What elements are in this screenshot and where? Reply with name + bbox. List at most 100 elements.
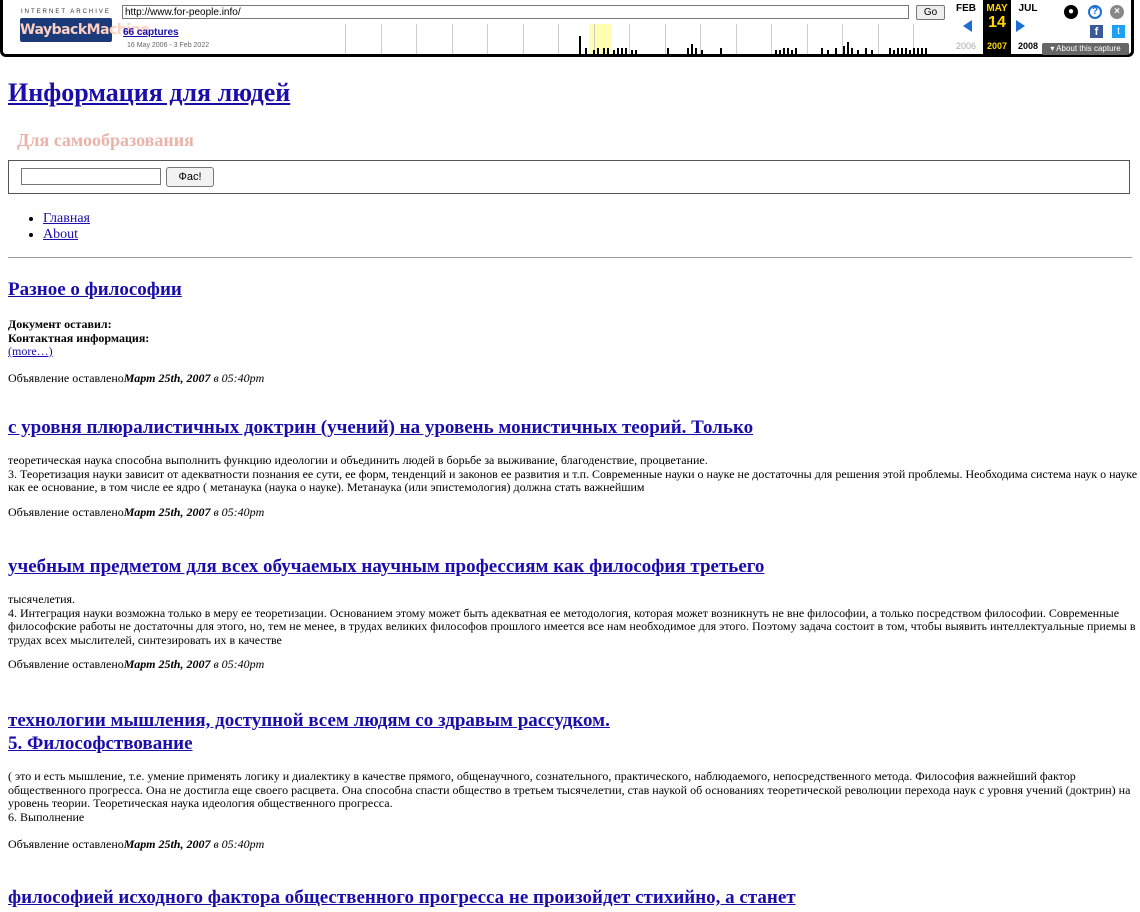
post-meta-time: в 05:40pm xyxy=(213,837,265,851)
sparkline-bar xyxy=(851,48,853,54)
next-month[interactable]: JUL 2008 xyxy=(1012,0,1044,57)
sparkline-bar xyxy=(893,50,895,54)
sparkline-bar xyxy=(925,48,927,54)
internet-archive-label: INTERNET ARCHIVE xyxy=(21,9,111,15)
sparkline-bar xyxy=(597,48,599,54)
post-meta-date: Март 25th, 2007 xyxy=(123,837,211,851)
post-title-link-2[interactable]: 5. Философствование xyxy=(8,733,193,754)
nav-item-about: About xyxy=(43,227,90,243)
nav-item-home: Главная xyxy=(43,211,90,227)
sparkline-bar xyxy=(843,46,845,54)
calendar-months: FEB 2006 MAY 14 2007 JUL 2008 xyxy=(950,0,1044,57)
post-title-link[interactable]: с уровня плюралистичных доктрин (учений)… xyxy=(8,417,753,438)
post-body: ( это и есть мышление, т.е. умение приме… xyxy=(8,769,1131,824)
sparkline-bar xyxy=(695,48,697,54)
sparkline-bar xyxy=(701,50,703,54)
sparkline-bar xyxy=(613,50,615,54)
help-icon[interactable]: ? xyxy=(1088,5,1102,19)
sparkline-bar xyxy=(603,48,605,54)
post: учебным предметом для всех обучаемых нау… xyxy=(8,555,1138,671)
sparkline-year-divider xyxy=(735,24,737,54)
post-title-link[interactable]: философией исходного фактора общественно… xyxy=(8,887,796,908)
current-year-label: 2007 xyxy=(986,41,1008,51)
sparkline-bar xyxy=(635,50,637,54)
sparkline-bar xyxy=(821,48,823,54)
site-title: Информация для людей xyxy=(8,78,290,108)
post: технологии мышления, доступной всем людя… xyxy=(8,709,1138,851)
prev-capture-arrow-icon[interactable] xyxy=(963,20,972,32)
sparkline-bar xyxy=(720,48,722,54)
sparkline-bar xyxy=(913,48,915,54)
next-month-label: JUL xyxy=(1018,3,1038,14)
post-meta-time: в 05:40pm xyxy=(213,504,265,519)
sparkline-bar xyxy=(775,50,777,54)
sparkline-year-divider xyxy=(629,24,630,54)
sparkline-bar xyxy=(791,50,793,54)
sparkline-bar xyxy=(625,48,627,54)
close-icon[interactable]: × xyxy=(1110,5,1124,19)
post-title-link[interactable]: Разное о философии xyxy=(8,279,182,300)
wayback-logo[interactable]: WaybackMachine xyxy=(20,18,150,42)
next-year-label: 2008 xyxy=(1017,41,1039,51)
sparkline-year-divider xyxy=(806,24,808,54)
captures-link[interactable]: 66 captures xyxy=(123,27,179,38)
sparkline-bar xyxy=(871,50,873,54)
post-title: учебным предметом для всех обучаемых нау… xyxy=(8,555,1138,578)
sparkline-year-divider xyxy=(522,24,524,54)
sparkline-year-divider xyxy=(345,24,346,54)
post-body: теоретическая наука способна выполнить ф… xyxy=(8,453,1138,494)
post-meta: Объявление оставленоМарт 25th, 2007 в 05… xyxy=(8,657,1138,671)
post-meta-date: Март 25th, 2007 xyxy=(123,370,211,385)
sparkline-bar xyxy=(585,48,587,54)
post-meta-time: в 05:40pm xyxy=(213,370,265,385)
post-title-link[interactable]: учебным предметом для всех обучаемых нау… xyxy=(8,556,764,577)
search-form: Фас! xyxy=(8,160,1130,194)
search-button[interactable]: Фас! xyxy=(166,167,214,187)
go-button[interactable]: Go xyxy=(916,5,945,20)
sparkline-year-divider xyxy=(877,24,879,54)
wayback-toolbar: INTERNET ARCHIVE WaybackMachine http://w… xyxy=(0,0,1134,57)
sparkline-bar xyxy=(687,48,689,54)
post-meta-date: Март 25th, 2007 xyxy=(123,657,211,671)
post-meta: Объявление оставленоМарт 25th, 2007 в 05… xyxy=(8,505,1138,519)
post-meta-prefix: Объявление оставлено xyxy=(8,657,124,671)
sparkline-year-divider xyxy=(771,24,772,54)
site-title-link[interactable]: Информация для людей xyxy=(8,78,290,107)
post-author-label: Документ оставил: xyxy=(8,317,112,331)
post-body: Документ оставил: Контактная информация:… xyxy=(8,317,1138,359)
post-meta-prefix: Объявление оставлено xyxy=(8,837,124,851)
site-tagline: Для самообразования xyxy=(17,130,194,150)
post-title: Разное о философии xyxy=(8,278,1138,301)
sparkline-bar xyxy=(917,48,919,54)
nav-menu: Главная About xyxy=(43,211,90,243)
current-month: MAY 14 2007 xyxy=(983,0,1011,57)
about-capture-button[interactable]: ▾ About this capture xyxy=(1042,43,1129,55)
facebook-icon[interactable]: f xyxy=(1090,25,1103,38)
nav-link-about[interactable]: About xyxy=(43,227,78,242)
sparkline-bar xyxy=(607,48,609,54)
sparkline-bar xyxy=(897,48,899,54)
nav-link-home[interactable]: Главная xyxy=(43,211,90,226)
sparkline-bar xyxy=(621,48,623,54)
sparkline-bar xyxy=(783,48,785,54)
sparkline-year-divider xyxy=(380,24,382,54)
post-meta-date: Март 25th, 2007 xyxy=(123,504,211,519)
search-input[interactable] xyxy=(21,168,161,185)
sparkline-bar xyxy=(857,50,859,54)
sparkline-bar xyxy=(593,50,595,54)
sparkline-year-divider xyxy=(451,24,453,54)
more-link[interactable]: (more…) xyxy=(8,344,53,358)
wayback-url-input[interactable]: http://www.for-people.info/ xyxy=(122,5,909,19)
post-title: технологии мышления, доступной всем людя… xyxy=(8,709,1138,755)
post: философией исходного фактора общественно… xyxy=(8,886,1138,909)
sparkline-bar xyxy=(905,48,907,54)
post-meta: Объявление оставленоМарт 25th, 2007 в 05… xyxy=(8,837,1138,851)
post-title-link[interactable]: технологии мышления, доступной всем людя… xyxy=(8,710,610,731)
user-icon[interactable]: ● xyxy=(1064,5,1078,19)
capture-sparkline[interactable] xyxy=(345,24,949,54)
post-meta: Объявление оставленоМарт 25th, 2007 в 05… xyxy=(8,371,1138,385)
twitter-icon[interactable]: t xyxy=(1112,25,1125,38)
sparkline-bar xyxy=(787,48,789,54)
sparkline-bar xyxy=(827,50,829,54)
post-title: с уровня плюралистичных доктрин (учений)… xyxy=(8,416,1138,439)
